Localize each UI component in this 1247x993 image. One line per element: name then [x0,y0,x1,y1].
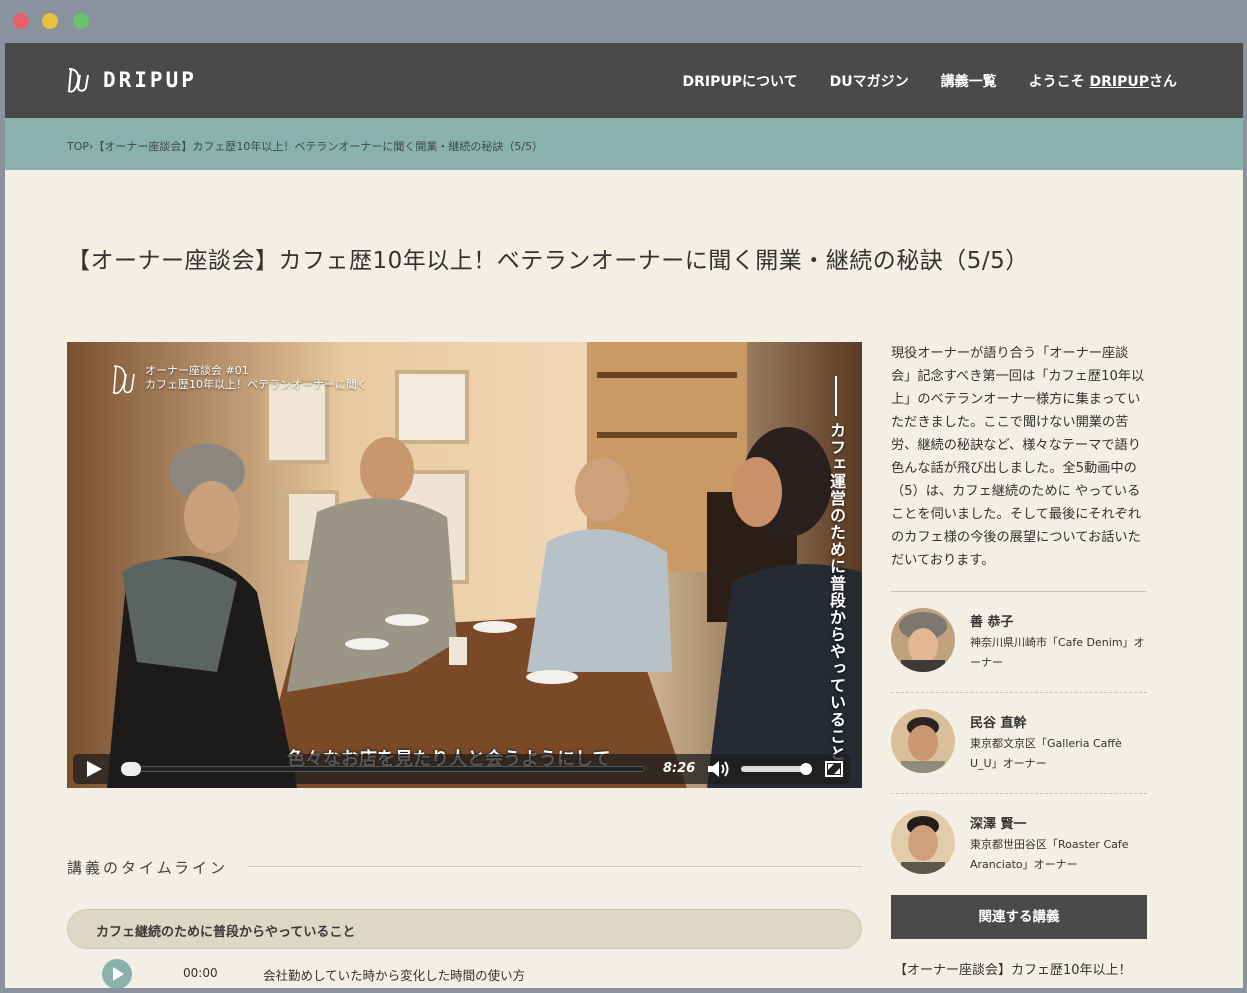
nav-magazine-link[interactable]: DUマガジン [830,71,909,91]
site-logo[interactable]: DRIPUP [65,65,197,95]
speaker-info: 神奈川県川崎市「Cafe Denim」オーナー [970,636,1145,669]
timeline-entry-text[interactable]: 会社勤めしていた時から変化した時間の使い方 [263,965,525,984]
speaker-item[interactable]: 深澤 賢一 東京都世田谷区「Roaster Cafe Aranciato」オーナ… [891,793,1147,894]
main-nav: DRIPUPについて DUマガジン 講義一覧 ようこそ DRIPUPさん [683,71,1177,91]
video-logo-icon [112,365,135,395]
speaker-info: 東京都世田谷区「Roaster Cafe Aranciato」オーナー [970,838,1129,871]
timeline-divider [248,866,862,867]
speaker-avatar [891,608,955,672]
page-title: 【オーナー座談会】カフェ歴10年以上！ベテランオーナーに聞く開業・継続の秘訣（5… [67,248,1029,274]
nav-welcome: ようこそ DRIPUPさん [1029,71,1177,91]
breadcrumb-bar: TOP›【オーナー座談会】カフェ歴10年以上！ベテランオーナーに聞く開業・継続の… [5,118,1243,170]
video-overlay-title: オーナー座談会 #01 カフェ歴10年以上！ベテランオーナーに聞く [145,364,368,392]
welcome-prefix: ようこそ [1028,74,1090,90]
speaker-item[interactable]: 民谷 直幹 東京都文京区「Galleria Caffè U_U」オーナー [891,692,1147,793]
nav-about-link[interactable]: DRIPUPについて [683,71,798,91]
speaker-name: 深澤 賢一 [970,817,1027,832]
breadcrumb: TOP›【オーナー座談会】カフェ歴10年以上！ベテランオーナーに聞く開業・継続の… [67,138,543,154]
speaker-name: 民谷 直幹 [970,716,1027,731]
video-overlay-line1: オーナー座談会 #01 [145,364,249,377]
video-overlay-line2: カフェ歴10年以上！ベテランオーナーに聞く [145,378,368,391]
timeline-chapter[interactable]: カフェ継続のために普段からやっていること [67,909,862,949]
breadcrumb-current: 【オーナー座談会】カフェ歴10年以上！ベテランオーナーに聞く開業・継続の秘訣（5… [93,140,544,153]
seek-bar[interactable] [123,766,645,772]
lecture-description: 現役オーナーが語り合う「オーナー座談会」記念すべき第一回は「カフェ歴10年以上」… [891,346,1145,568]
speaker-info: 東京都文京区「Galleria Caffè U_U」オーナー [970,737,1122,770]
volume-slider[interactable] [741,766,807,772]
play-icon[interactable] [87,761,102,777]
close-window-button[interactable] [13,13,29,29]
video-player[interactable]: オーナー座談会 #01 カフェ歴10年以上！ベテランオーナーに聞く カフェ運営の… [67,342,862,788]
timeline-time[interactable]: 00:00 [183,966,218,980]
speaker-avatar [891,810,955,874]
logo-text: DRIPUP [103,68,197,92]
fullscreen-icon[interactable] [825,761,843,777]
timeline-heading: 講義のタイムライン [67,859,228,877]
page: DRIPUP DRIPUPについて DUマガジン 講義一覧 ようこそ DRIPU… [5,43,1243,988]
volume-icon[interactable] [707,760,733,778]
speaker-item[interactable]: 善 恭子 神奈川県川崎市「Cafe Denim」オーナー [891,591,1147,692]
timeline-play-icon[interactable] [102,959,132,988]
video-frame [67,342,862,788]
maximize-window-button[interactable] [73,13,89,29]
window-titlebar [0,0,1242,43]
volume-handle[interactable] [800,763,812,775]
related-lectures-heading: 関連する講義 [891,895,1147,939]
speaker-avatar [891,709,955,773]
seek-handle[interactable] [121,762,141,776]
video-controls: 8:26 [73,754,850,784]
speaker-list: 善 恭子 神奈川県川崎市「Cafe Denim」オーナー 民谷 直幹 東京都文京… [891,591,1147,894]
chapter-label: カフェ継続のために普段からやっていること [96,925,356,940]
video-duration: 8:26 [663,761,696,776]
user-link[interactable]: DRIPUP [1090,74,1150,90]
welcome-suffix: さん [1149,74,1177,90]
minimize-window-button[interactable] [42,13,58,29]
dripup-logo-icon [67,68,89,93]
site-header: DRIPUP DRIPUPについて DUマガジン 講義一覧 ようこそ DRIPU… [5,43,1243,118]
vertical-caption-line [835,376,837,416]
related-lecture-link[interactable]: 【オーナー座談会】カフェ歴10年以上！ [894,961,1148,981]
vertical-caption: カフェ運営のために普段からやっていること [827,422,846,762]
speaker-name: 善 恭子 [970,615,1014,630]
breadcrumb-top-link[interactable]: TOP [67,140,89,153]
nav-lectures-link[interactable]: 講義一覧 [941,71,997,91]
